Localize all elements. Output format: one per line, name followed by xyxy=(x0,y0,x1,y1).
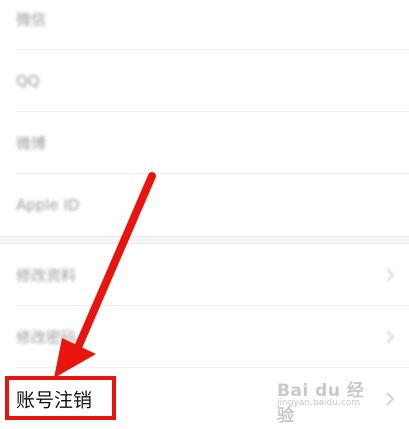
row-label-weibo: 微博 xyxy=(16,134,47,153)
baidu-jingyan-watermark: Bai du 经验 jingyan.baidu.com xyxy=(275,374,379,426)
row-label-change-password: 修改密码 xyxy=(16,328,77,347)
row-label-edit-profile: 修改资料 xyxy=(16,266,77,285)
bind-qq-row[interactable]: QQ xyxy=(0,50,409,112)
chevron-right-icon xyxy=(386,391,395,406)
annotation-highlight-box xyxy=(5,376,116,420)
chevron-right-icon xyxy=(386,268,395,282)
row-label-qq: QQ xyxy=(16,72,40,90)
chevron-right-icon xyxy=(386,330,395,344)
edit-profile-row[interactable]: 修改资料 xyxy=(0,244,409,306)
bind-wechat-row[interactable]: 微信 xyxy=(0,0,409,50)
change-password-row[interactable]: 修改密码 xyxy=(0,306,409,368)
section-separator xyxy=(0,236,409,244)
watermark-url: jingyan.baidu.com xyxy=(277,398,361,408)
row-label-apple-id: Apple ID xyxy=(16,196,80,214)
bind-weibo-row[interactable]: 微博 xyxy=(0,112,409,174)
row-label-wechat: 微信 xyxy=(16,10,47,29)
account-settings-screen: 微信 QQ 微博 Apple ID 修改资料 修改密码 账号注销 Bai du … xyxy=(0,0,409,429)
bind-apple-id-row[interactable]: Apple ID xyxy=(0,174,409,236)
